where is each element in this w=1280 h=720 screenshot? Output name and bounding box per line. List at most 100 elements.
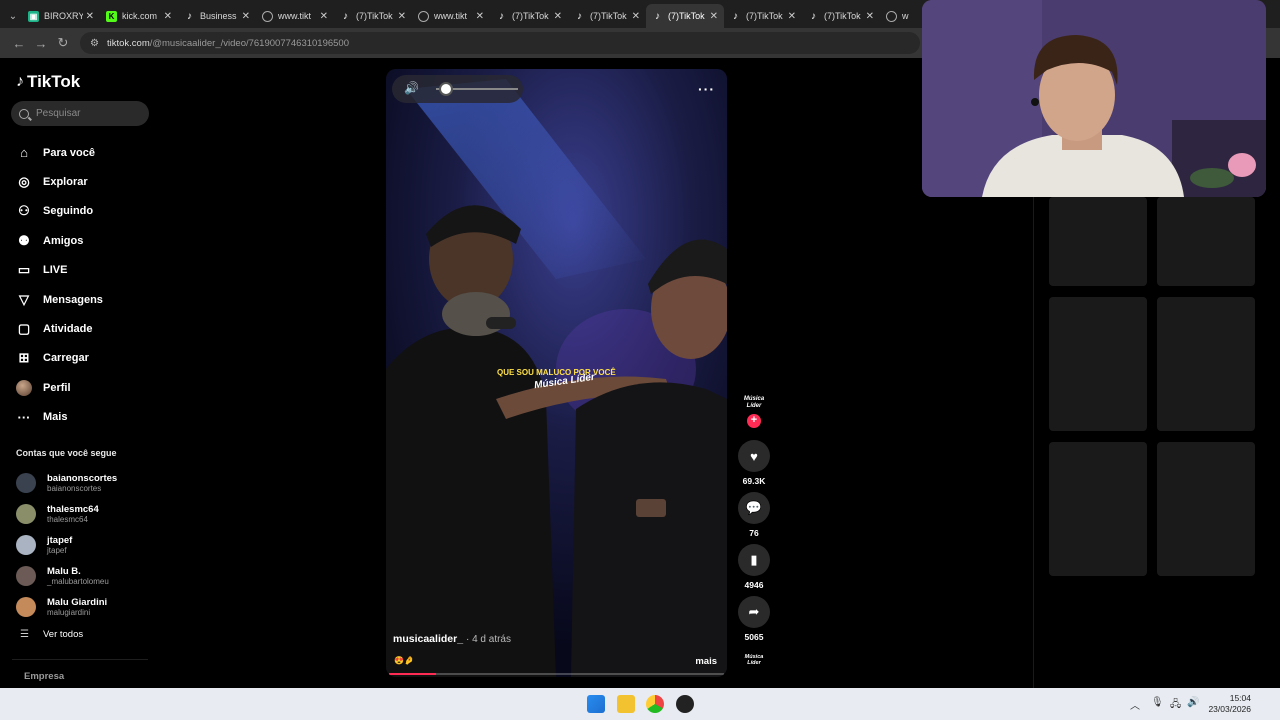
obs-icon[interactable] [676,695,694,713]
related-video-thumbnail[interactable] [1049,197,1147,286]
save-button[interactable]: ▮ 4946 [738,544,770,590]
volume-slider-knob[interactable] [439,82,453,96]
following-account[interactable]: baianonscortes baianonscortes [16,468,156,499]
tiktok-logo[interactable]: ♪ TikTok [16,72,80,92]
account-handle: malugiardini [47,607,91,617]
related-video-thumbnail[interactable] [1157,297,1255,431]
browser-tab[interactable]: ♪ (7)TikTok ✕ [334,4,412,28]
sidebar-item-messages[interactable]: ▽ Mensagens [0,285,160,314]
globe-icon [418,10,429,22]
tab-title: www.tikt [434,11,468,21]
sidebar-item-friends[interactable]: ⚉ Amigos [0,226,160,255]
tiktok-icon: ♪ [577,10,582,22]
sidebar-item-more[interactable]: ··· Mais [0,403,160,432]
sidebar-item-profile-avatar[interactable]: Perfil [0,373,160,402]
close-tab-icon[interactable]: ✕ [554,11,562,22]
video-player[interactable]: 🔊 ··· QUE SOU MALUCO POR VOCÊ Música Líd… [386,69,727,677]
following-account[interactable]: jtapef jtapef [16,530,156,561]
author-handle[interactable]: musicaalider_ [393,633,463,645]
file-explorer-icon[interactable] [617,695,635,713]
microphone-icon[interactable]: 🎙 [1151,697,1164,708]
tab-search-chevron-icon[interactable]: ⌄ [4,4,22,28]
close-tab-icon[interactable]: ✕ [86,11,94,22]
footer-link-empresa[interactable]: Empresa [24,671,64,682]
related-video-thumbnail[interactable] [1157,197,1255,286]
windows-start-icon[interactable] [587,695,605,713]
close-tab-icon[interactable]: ✕ [164,11,172,22]
logo-text: TikTok [27,72,81,91]
music-disc-icon[interactable]: Música Líder [741,654,767,668]
browser-tab[interactable]: ♪ (7)TikTok ✕ [802,4,880,28]
browser-tab[interactable]: ♪ Business ✕ [178,4,256,28]
sidebar-item-compass[interactable]: ◎ Explorar [0,167,160,196]
os-taskbar: ︿ 🎙 🖧 🔊 15:04 23/03/2026 [0,688,1280,720]
following-account[interactable]: Malu Giardini malugiardini [16,591,156,622]
sidebar-item-label: Mensagens [43,293,103,306]
activity-icon: ▢ [17,321,31,337]
chrome-icon[interactable] [646,695,664,713]
see-all-button[interactable]: ☰ Ver todos [20,629,83,640]
browser-tab[interactable]: ♪ (7)TikTok ✕ [568,4,646,28]
sidebar-item-activity[interactable]: ▢ Atividade [0,314,160,343]
tiktok-icon: ♪ [811,10,816,22]
address-bar[interactable]: ⚙ tiktok.com/@musicaalider_/video/761900… [80,32,920,54]
comment-button[interactable]: 💬 76 [738,492,770,538]
following-account[interactable]: thalesmc64 thalesmc64 [16,499,156,530]
more-description-button[interactable]: mais [695,656,717,667]
browser-tab[interactable]: www.tikt ✕ [412,4,490,28]
close-tab-icon[interactable]: ✕ [398,11,406,22]
forward-icon[interactable]: → [30,36,52,51]
browser-tab[interactable]: ♪ (7)TikTok ✕ [646,4,724,28]
sidebar-item-home[interactable]: ⌂ Para você [0,138,160,167]
close-tab-icon[interactable]: ✕ [788,11,796,22]
tab-title: (7)TikTok [668,11,705,21]
volume-control[interactable]: 🔊 [392,75,523,103]
browser-tab[interactable]: Kkick.com ✕ [100,4,178,28]
video-author[interactable]: musicaalider_ · 4 d atrás [393,633,511,645]
search-icon [19,108,29,119]
avatar [16,565,36,586]
search-input[interactable]: Pesquisar [11,101,149,126]
related-video-thumbnail[interactable] [1157,442,1255,576]
reload-icon[interactable]: ↻ [52,35,74,51]
tab-title: (7)TikTok [356,11,393,21]
share-button[interactable]: ➦ 5065 [738,596,770,642]
browser-tab[interactable]: www.tikt ✕ [256,4,334,28]
back-icon[interactable]: ← [8,36,30,51]
sidebar-divider [12,659,148,660]
following-account[interactable]: Malu B. _malubartolomeu [16,560,156,591]
sidebar-item-live[interactable]: ▭ LIVE [0,256,160,285]
system-clock[interactable]: 15:04 23/03/2026 [1205,693,1251,715]
account-name: Malu B. [47,565,81,577]
sidebar-item-following[interactable]: ⚇ Seguindo [0,197,160,226]
video-progress-bar[interactable] [389,673,724,675]
more-options-icon[interactable]: ··· [698,81,715,97]
close-tab-icon[interactable]: ✕ [632,11,640,22]
tab-title: (7)TikTok [512,11,549,21]
tab-title: (7)TikTok [824,11,861,21]
video-caption-overlay: QUE SOU MALUCO POR VOCÊ [497,368,616,377]
close-tab-icon[interactable]: ✕ [242,11,250,22]
tray-chevron-icon[interactable]: ︿ [1130,697,1140,712]
tiktok-icon: ♪ [343,10,348,22]
network-icon[interactable]: 🖧 [1170,697,1181,714]
close-tab-icon[interactable]: ✕ [476,11,484,22]
close-tab-icon[interactable]: ✕ [320,11,328,22]
browser-tab[interactable]: ♪ (7)TikTok ✕ [490,4,568,28]
follow-plus-icon[interactable]: + [747,414,761,428]
close-tab-icon[interactable]: ✕ [710,11,718,22]
related-video-thumbnail[interactable] [1049,442,1147,576]
like-button[interactable]: ♥ 69.3K [738,440,770,486]
browser-tab[interactable]: ▣ BIROXRY ✕ [22,4,100,28]
sidebar-item-upload[interactable]: ⊞ Carregar [0,344,160,373]
speaker-icon[interactable]: 🔊 [404,81,419,95]
volume-tray-icon[interactable]: 🔊 [1187,697,1199,708]
creator-avatar[interactable]: Música Líder [741,396,767,414]
close-tab-icon[interactable]: ✕ [866,11,874,22]
comment-icon: 💬 [738,492,770,524]
account-handle: baianonscortes [47,484,102,494]
browser-tab[interactable]: ♪ (7)TikTok ✕ [724,4,802,28]
related-video-thumbnail[interactable] [1049,297,1147,431]
webcam-feed [922,0,1266,197]
site-info-icon[interactable]: ⚙ [90,38,99,49]
